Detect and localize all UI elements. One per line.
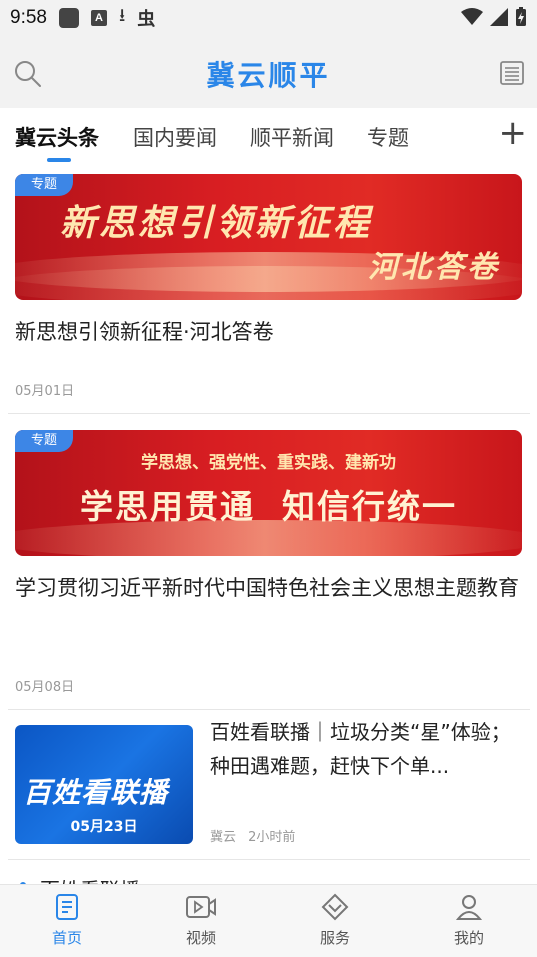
- thumbnail-date: 05月23日: [70, 819, 138, 835]
- active-tab-indicator: [47, 158, 71, 162]
- bottom-navigation: 首页 视频 服务 我的: [0, 884, 537, 957]
- nav-label: 我的: [453, 929, 484, 947]
- topic-tag: 专题: [15, 430, 73, 452]
- article-title[interactable]: 新思想引领新征程·河北答卷: [15, 312, 520, 352]
- nav-video[interactable]: 视频: [166, 893, 236, 948]
- banner-subheadline: 学思用贯通 知信行统一: [80, 487, 457, 526]
- section-heading: 百姓看联播: [40, 874, 140, 884]
- topic-tag: 专题: [15, 174, 73, 196]
- tab-special-topics[interactable]: 专题: [367, 122, 409, 152]
- add-tab-button[interactable]: +: [499, 116, 528, 150]
- thumbnail-logo: 百姓看联播: [23, 776, 169, 809]
- news-feed[interactable]: 新思想引领新征程 河北答卷 专题 新思想引领新征程·河北答卷 05月01日 学思…: [0, 166, 537, 884]
- video-icon: [186, 896, 216, 918]
- nav-label: 首页: [51, 929, 82, 947]
- a-badge-icon: A: [90, 10, 107, 26]
- category-tabs: 冀云头条 国内要闻 顺平新闻 专题 +: [0, 108, 537, 166]
- nav-label: 视频: [185, 929, 216, 947]
- article-meta: 冀云 2小时前: [210, 826, 295, 845]
- status-system-icons: [461, 7, 527, 27]
- nav-home[interactable]: 首页: [32, 893, 102, 948]
- banner-headline: 新思想引领新征程: [60, 203, 373, 244]
- article-banner[interactable]: 新思想引领新征程 河北答卷 专题: [15, 174, 522, 300]
- status-notification-icons: A ⭳ 虫: [58, 3, 156, 33]
- nav-profile[interactable]: 我的: [434, 893, 504, 948]
- home-icon: [56, 894, 78, 920]
- status-bar: 9:58 A ⭳ 虫: [0, 0, 537, 36]
- tab-shunping-news[interactable]: 顺平新闻: [250, 122, 334, 152]
- article-source: 冀云: [210, 830, 237, 845]
- banner-subheadline: 河北答卷: [368, 250, 500, 285]
- bug-icon: 虫: [137, 9, 156, 30]
- service-icon: [321, 893, 349, 921]
- divider: [8, 859, 530, 860]
- article-title[interactable]: 学习贯彻习近平新时代中国特色社会主义思想主题教育: [15, 568, 520, 608]
- battery-icon: [516, 7, 526, 26]
- divider: [8, 413, 530, 414]
- nav-label: 服务: [319, 929, 350, 947]
- newspaper-icon[interactable]: [499, 60, 525, 86]
- tab-domestic-news[interactable]: 国内要闻: [133, 122, 217, 152]
- wifi-icon: [461, 8, 483, 25]
- banner-headline: 学思想、强党性、重实践、建新功: [141, 453, 396, 473]
- nav-service[interactable]: 服务: [300, 893, 370, 948]
- user-icon: [455, 895, 483, 920]
- status-time: 9:58: [10, 7, 47, 28]
- square-icon: [58, 8, 79, 28]
- article-time: 2小时前: [248, 830, 296, 845]
- article-title[interactable]: 百姓看联播｜垃圾分类“星”体验；种田遇难题，赶快下个单...: [210, 715, 525, 783]
- tab-jiyun-headlines[interactable]: 冀云头条: [15, 122, 99, 152]
- app-title: 冀云顺平: [206, 59, 331, 92]
- divider: [8, 709, 530, 710]
- article-thumbnail[interactable]: 百姓看联播 05月23日: [15, 725, 193, 844]
- article-banner[interactable]: 学思想、强党性、重实践、建新功 学思用贯通 知信行统一 专题: [15, 430, 522, 556]
- article-date: 05月08日: [15, 680, 75, 695]
- app-header: 冀云顺平: [0, 36, 537, 108]
- signal-icon: [490, 8, 508, 26]
- download-icon: ⭳: [118, 5, 126, 26]
- article-date: 05月01日: [15, 384, 75, 399]
